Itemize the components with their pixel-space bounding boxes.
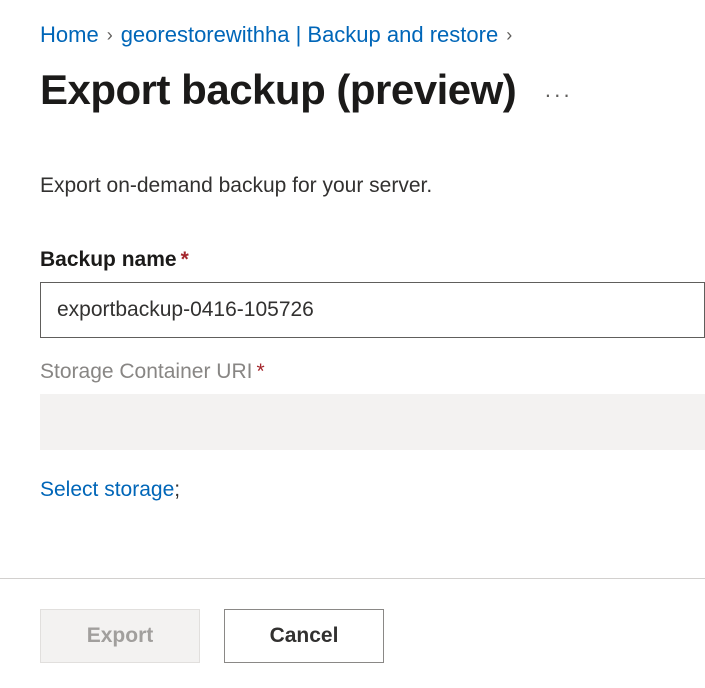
breadcrumb-resource[interactable]: georestorewithha | Backup and restore [121, 22, 499, 48]
select-storage-link[interactable]: Select storage [40, 478, 174, 501]
required-indicator: * [256, 360, 264, 383]
more-icon[interactable]: ··· [544, 72, 572, 108]
chevron-right-icon: › [506, 25, 512, 46]
page-description: Export on-demand backup for your server. [40, 174, 705, 198]
required-indicator: * [181, 248, 189, 271]
storage-uri-input [40, 394, 705, 450]
export-button[interactable]: Export [40, 609, 200, 663]
semicolon-text: ; [174, 478, 180, 501]
chevron-right-icon: › [107, 25, 113, 46]
backup-name-input[interactable] [40, 282, 705, 338]
footer-actions: Export Cancel [0, 578, 705, 688]
cancel-button[interactable]: Cancel [224, 609, 384, 663]
storage-uri-label: Storage Container URI* [40, 360, 705, 384]
breadcrumb: Home › georestorewithha | Backup and res… [40, 22, 705, 48]
breadcrumb-home[interactable]: Home [40, 22, 99, 48]
page-title: Export backup (preview) [40, 66, 516, 114]
backup-name-label: Backup name* [40, 248, 705, 272]
